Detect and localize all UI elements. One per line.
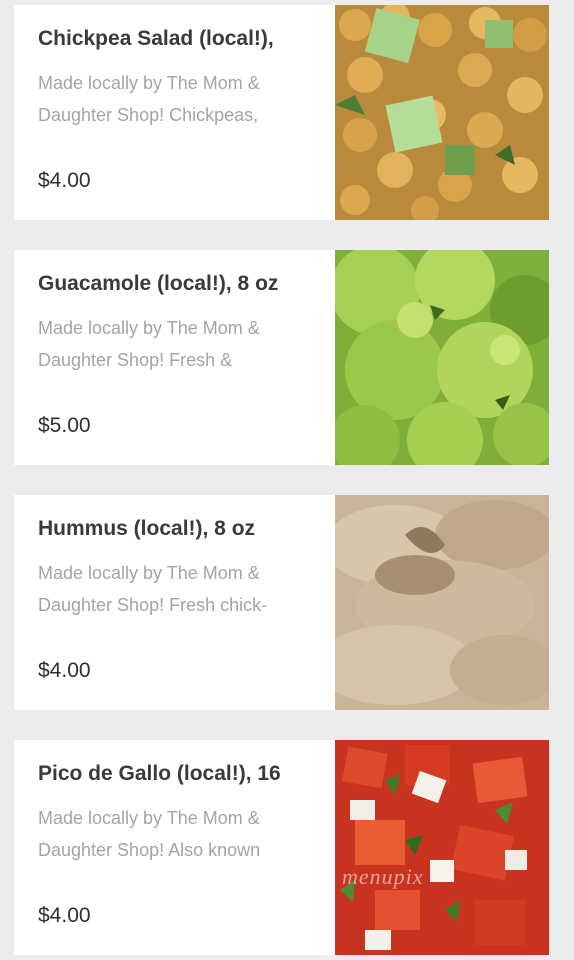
hummus-photo[interactable] [335, 495, 549, 710]
menu-item-card[interactable]: Hummus (local!), 8 oz Made locally by Th… [14, 495, 549, 710]
item-description: Made locally by The Mom & Daughter Shop!… [38, 808, 261, 860]
guacamole-photo[interactable] [335, 250, 549, 465]
item-price: $4.00 [38, 169, 91, 192]
item-title: Chickpea Salad (local!), [38, 27, 274, 50]
item-title: Pico de Gallo (local!), 16 [38, 762, 281, 785]
item-description: Made locally by The Mom & Daughter Shop!… [38, 563, 268, 615]
menu-item-card[interactable]: Guacamole (local!), 8 oz Made locally by… [14, 250, 549, 465]
pico-de-gallo-photo[interactable] [335, 740, 549, 955]
menu-item-card[interactable]: Pico de Gallo (local!), 16 Made locally … [14, 740, 549, 955]
chickpea-salad-photo[interactable] [335, 5, 549, 220]
item-title: Guacamole (local!), 8 oz [38, 272, 279, 295]
item-title: Hummus (local!), 8 oz [38, 517, 256, 540]
item-price: $4.00 [38, 659, 91, 682]
menu-item-card[interactable]: Chickpea Salad (local!), Made locally by… [14, 5, 549, 220]
item-price: $4.00 [38, 904, 91, 927]
item-description: Made locally by The Mom & Daughter Shop!… [38, 73, 260, 125]
item-description: Made locally by The Mom & Daughter Shop!… [38, 318, 260, 370]
item-price: $5.00 [38, 414, 91, 437]
watermark: menupix [342, 864, 424, 889]
